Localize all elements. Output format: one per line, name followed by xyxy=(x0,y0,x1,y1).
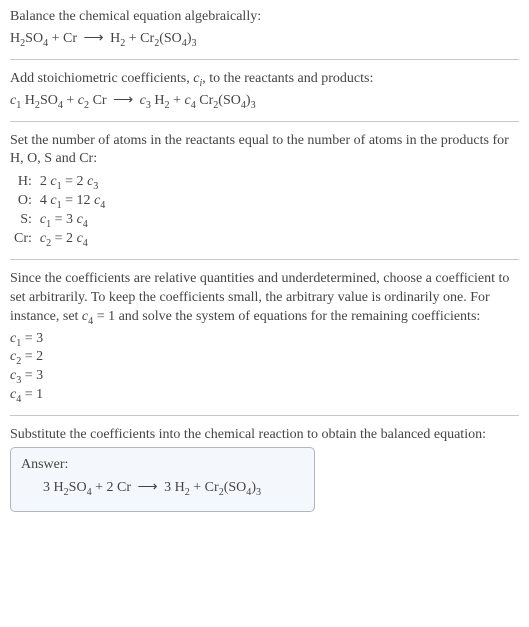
equation-with-coeffs: c1 H2SO4 + c2 Cr ⟶ c3 H2 + c4 Cr2(SO4)3 xyxy=(10,92,519,111)
coeff-line: c1 = 3 xyxy=(10,330,519,349)
element-label: O: xyxy=(10,192,36,211)
intro-text-2: Add stoichiometric coefficients, ci, to … xyxy=(10,70,519,89)
divider xyxy=(10,415,519,416)
intro-suffix-2: , to the reactants and products: xyxy=(202,71,373,86)
intro-text-3: Set the number of atoms in the reactants… xyxy=(10,132,519,170)
element-equation: c2 = 2 c4 xyxy=(36,230,109,249)
element-equation: 2 c1 = 2 c3 xyxy=(36,173,109,192)
section-atom-equations: Set the number of atoms in the reactants… xyxy=(10,132,519,249)
table-row: O: 4 c1 = 12 c4 xyxy=(10,192,109,211)
equation-balanced: 3 H2SO4 + 2 Cr ⟶ 3 H2 + Cr2(SO4)3 xyxy=(21,479,304,498)
table-row: S: c1 = 3 c4 xyxy=(10,211,109,230)
element-label: S: xyxy=(10,211,36,230)
section-solve-coeffs: Since the coefficients are relative quan… xyxy=(10,270,519,405)
coefficient-solutions: c1 = 3 c2 = 2 c3 = 3 c4 = 1 xyxy=(10,330,519,406)
element-label: Cr: xyxy=(10,230,36,249)
coeff-line: c3 = 3 xyxy=(10,367,519,386)
intro-text-4: Since the coefficients are relative quan… xyxy=(10,270,519,327)
section-add-coefficients: Add stoichiometric coefficients, ci, to … xyxy=(10,70,519,111)
element-label: H: xyxy=(10,173,36,192)
answer-box: Answer: 3 H2SO4 + 2 Cr ⟶ 3 H2 + Cr2(SO4)… xyxy=(10,447,315,512)
section-balance-intro: Balance the chemical equation algebraica… xyxy=(10,8,519,49)
coeff-line: c2 = 2 xyxy=(10,348,519,367)
table-row: Cr: c2 = 2 c4 xyxy=(10,230,109,249)
equation-unbalanced: H2SO4 + Cr ⟶ H2 + Cr2(SO4)3 xyxy=(10,30,519,49)
answer-label: Answer: xyxy=(21,456,304,475)
element-equation: c1 = 3 c4 xyxy=(36,211,109,230)
divider xyxy=(10,259,519,260)
intro-text-5: Substitute the coefficients into the che… xyxy=(10,426,519,445)
section-substitute: Substitute the coefficients into the che… xyxy=(10,426,519,512)
coeff-line: c4 = 1 xyxy=(10,386,519,405)
divider xyxy=(10,121,519,122)
intro-text-1: Balance the chemical equation algebraica… xyxy=(10,8,519,27)
table-row: H: 2 c1 = 2 c3 xyxy=(10,173,109,192)
var-ci: ci xyxy=(193,71,202,86)
element-equation: 4 c1 = 12 c4 xyxy=(36,192,109,211)
atom-balance-table: H: 2 c1 = 2 c3 O: 4 c1 = 12 c4 S: c1 = 3… xyxy=(10,173,109,249)
divider xyxy=(10,59,519,60)
intro-prefix-2: Add stoichiometric coefficients, xyxy=(10,71,193,86)
